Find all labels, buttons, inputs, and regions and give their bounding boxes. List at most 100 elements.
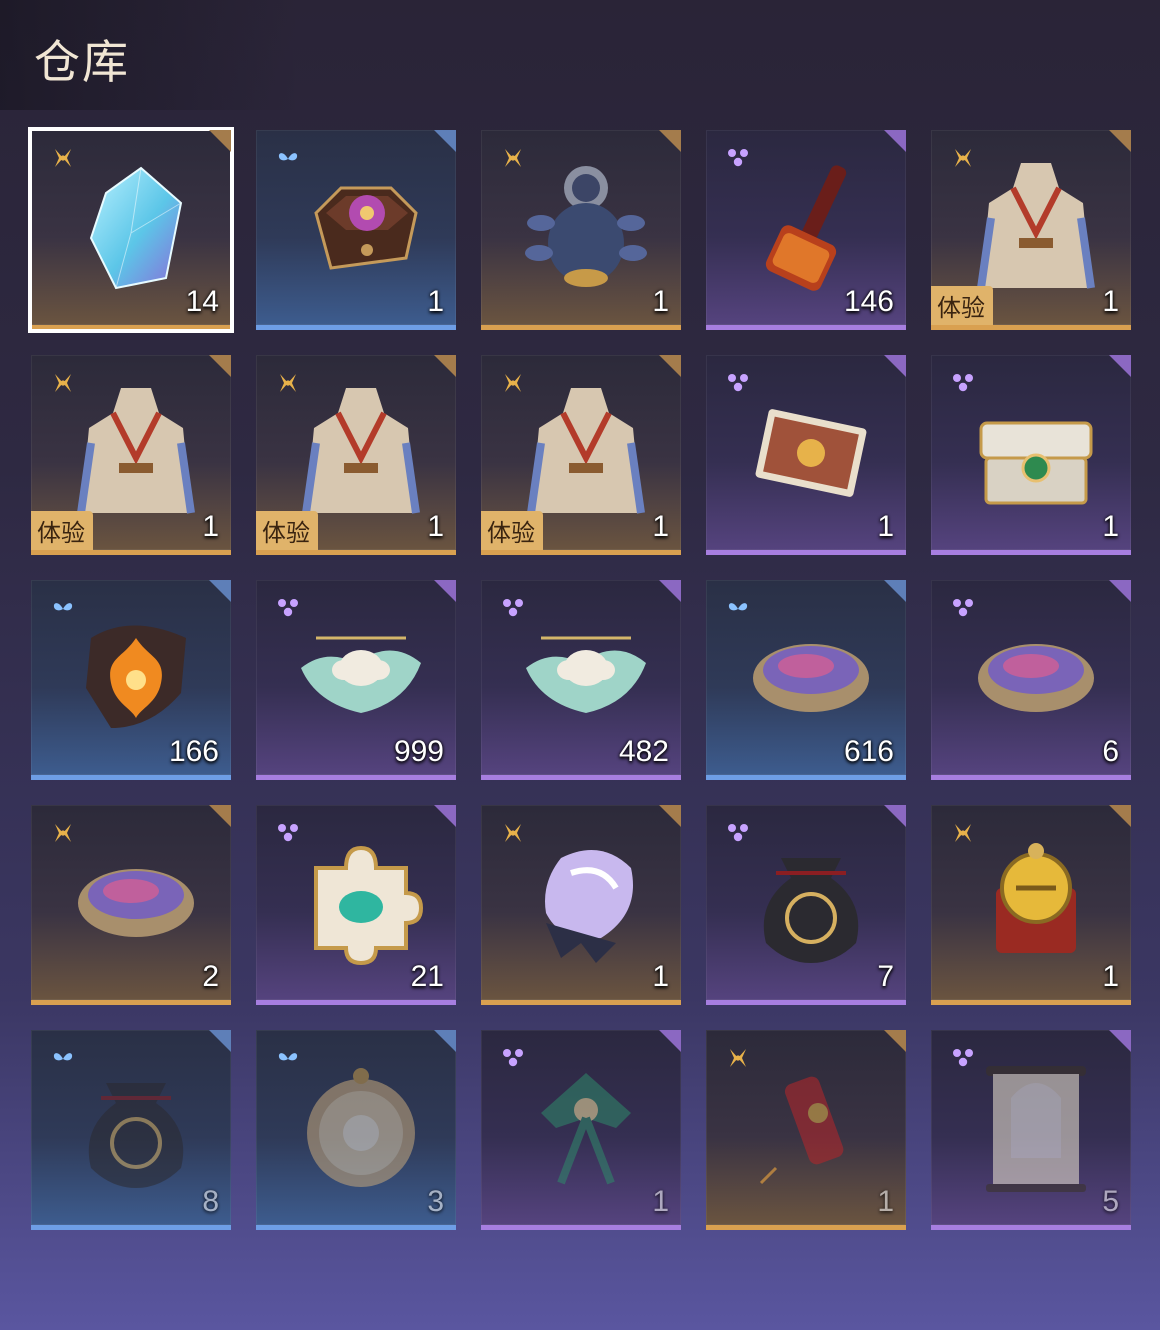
item-count: 1 <box>1102 960 1119 993</box>
lotus-icon <box>296 608 426 748</box>
page-title: 仓库 <box>34 35 130 89</box>
inventory-slot-lotus-pin-a[interactable]: 999 <box>256 580 456 780</box>
item-count: 21 <box>410 960 444 993</box>
corner-tab <box>1109 805 1131 827</box>
chest-icon <box>971 383 1101 523</box>
inventory-slot-fire-hammer[interactable]: 146 <box>706 130 906 330</box>
lotus-icon <box>521 608 651 748</box>
inventory-slot-lion-beast-figure[interactable]: 1 <box>481 130 681 330</box>
corner-tab <box>884 355 906 377</box>
item-count: 999 <box>393 735 444 768</box>
corner-tab <box>884 580 906 602</box>
item-count: 1 <box>1102 510 1119 543</box>
item-count: 8 <box>202 1185 219 1218</box>
corner-tab <box>884 1030 906 1052</box>
inventory-slot-crystal-shard[interactable]: 14 <box>28 127 234 333</box>
pouch-icon <box>746 833 876 973</box>
inventory-grid: 14 1 1 146 体验 1 体验 1 体验 1 体验 1 1 1 166 999 4… <box>28 127 1131 1230</box>
flame-emblem-icon <box>71 608 201 748</box>
inventory-slot-floral-box[interactable]: 1 <box>256 130 456 330</box>
kite-icon <box>521 1058 651 1198</box>
item-count: 1 <box>652 510 669 543</box>
corner-tab <box>659 805 681 827</box>
hammer-icon <box>746 158 876 298</box>
item-count: 1 <box>202 510 219 543</box>
corner-tab <box>209 580 231 602</box>
inventory-slot-round-drum[interactable]: 3 <box>256 1030 456 1230</box>
inventory-slot-black-pouch[interactable]: 7 <box>706 805 906 1005</box>
outfit-icon <box>971 158 1101 298</box>
trial-badge: 体验 <box>931 286 993 325</box>
corner-tab <box>884 805 906 827</box>
corner-tab <box>209 805 231 827</box>
item-count: 3 <box>427 1185 444 1218</box>
bowl-icon <box>746 608 876 748</box>
bowl-icon <box>71 833 201 973</box>
inventory-slot-rainbow-bowl[interactable]: 2 <box>31 805 231 1005</box>
inventory-slot-powder-bowl[interactable]: 616 <box>706 580 906 780</box>
item-count: 1 <box>877 1185 894 1218</box>
inventory-slot-white-robe-outfit[interactable]: 体验 1 <box>481 355 681 555</box>
corner-tab <box>884 130 906 152</box>
firecracker-icon <box>746 1058 876 1198</box>
inventory-slot-firecracker[interactable]: 1 <box>706 1030 906 1230</box>
corner-tab <box>209 130 231 152</box>
pouch-icon <box>71 1058 201 1198</box>
corner-tab <box>659 130 681 152</box>
scroll-icon <box>971 1058 1101 1198</box>
inventory-slot-jade-puzzle-piece[interactable]: 21 <box>256 805 456 1005</box>
floral-box-icon <box>296 158 426 298</box>
inventory-slot-lotus-pin-b[interactable]: 482 <box>481 580 681 780</box>
inventory-slot-red-dress-outfit[interactable]: 体验 1 <box>931 130 1131 330</box>
crystal-shard-icon <box>71 158 201 298</box>
corner-tab <box>434 130 456 152</box>
corner-tab <box>659 580 681 602</box>
puzzle-piece-icon <box>296 833 426 973</box>
inventory-slot-flame-emblem[interactable]: 166 <box>31 580 231 780</box>
item-count: 1 <box>652 285 669 318</box>
inventory-slot-blue-robe-outfit[interactable]: 体验 1 <box>256 355 456 555</box>
card-icon <box>746 383 876 523</box>
lion-figure-icon <box>521 158 651 298</box>
inventory-slot-jade-chest[interactable]: 1 <box>931 355 1131 555</box>
item-count: 1 <box>652 1185 669 1218</box>
corner-tab <box>1109 580 1131 602</box>
corner-tab <box>1109 355 1131 377</box>
item-count: 166 <box>168 735 219 768</box>
amulet-icon <box>971 833 1101 973</box>
item-count: 1 <box>652 960 669 993</box>
outfit-icon <box>71 383 201 523</box>
bowl-icon <box>971 608 1101 748</box>
corner-tab <box>1109 130 1131 152</box>
inventory-slot-tri-color-bowl[interactable]: 6 <box>931 580 1131 780</box>
item-count: 7 <box>877 960 894 993</box>
drum-icon <box>296 1058 426 1198</box>
inventory-slot-white-blue-outfit[interactable]: 体验 1 <box>31 355 231 555</box>
trial-badge: 体验 <box>481 511 543 550</box>
item-count: 6 <box>1102 735 1119 768</box>
item-count: 482 <box>618 735 669 768</box>
corner-tab <box>434 580 456 602</box>
shell-icon <box>521 833 651 973</box>
item-count: 1 <box>877 510 894 543</box>
item-count: 616 <box>843 735 894 768</box>
inventory-slot-gold-amulet[interactable]: 1 <box>931 805 1131 1005</box>
corner-tab <box>659 355 681 377</box>
corner-tab <box>659 1030 681 1052</box>
inventory-slot-swallow-kite[interactable]: 1 <box>481 1030 681 1230</box>
corner-tab <box>1109 1030 1131 1052</box>
trial-badge: 体验 <box>31 511 93 550</box>
item-count: 14 <box>185 285 219 318</box>
inventory-slot-portrait-scroll[interactable]: 5 <box>931 1030 1131 1230</box>
inventory-slot-embroidered-pouch[interactable]: 8 <box>31 1030 231 1230</box>
item-count: 1 <box>427 285 444 318</box>
trial-badge: 体验 <box>256 511 318 550</box>
outfit-icon <box>521 383 651 523</box>
item-count: 2 <box>202 960 219 993</box>
corner-tab <box>434 805 456 827</box>
item-count: 146 <box>843 285 894 318</box>
inventory-slot-pearl-shell[interactable]: 1 <box>481 805 681 1005</box>
inventory-slot-picture-card[interactable]: 1 <box>706 355 906 555</box>
corner-tab <box>434 1030 456 1052</box>
item-count: 1 <box>427 510 444 543</box>
